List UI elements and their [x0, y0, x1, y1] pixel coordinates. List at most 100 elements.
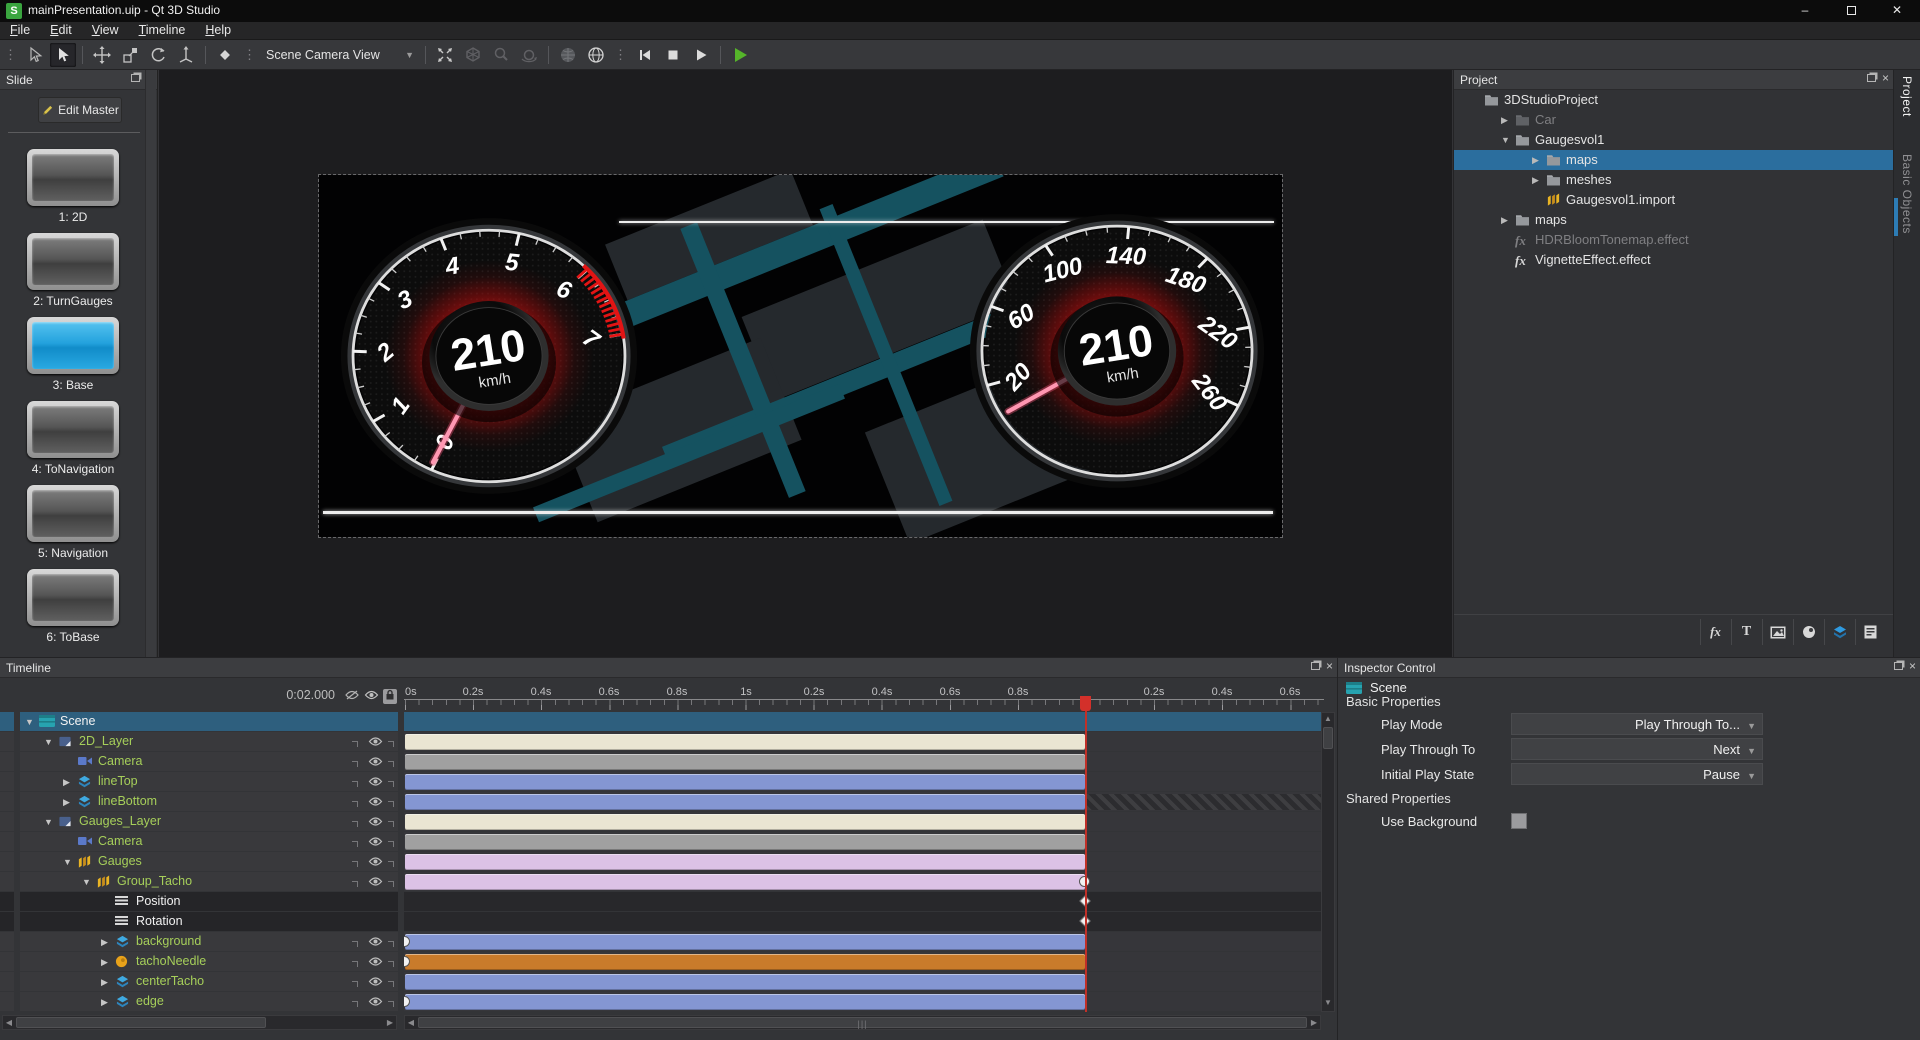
chevron-down-icon[interactable]: ▼ [1501, 135, 1510, 145]
move-tool-icon[interactable] [89, 43, 115, 67]
time-bar[interactable] [405, 994, 1085, 1010]
chevron-right-icon[interactable]: ▶ [101, 997, 108, 1008]
lock-toggle[interactable] [388, 776, 394, 790]
time-bar[interactable] [405, 934, 1085, 950]
time-bar[interactable] [405, 814, 1085, 830]
visibility-toggle[interactable] [368, 836, 383, 850]
menu-timeline[interactable]: Timeline [129, 22, 196, 38]
chevron-right-icon[interactable]: ▶ [63, 777, 70, 788]
add-material-button[interactable] [1793, 619, 1823, 645]
timeline-tree-row[interactable]: Position [20, 892, 398, 911]
slide-thumbnail[interactable] [27, 233, 119, 290]
shy-toggle[interactable] [352, 756, 358, 770]
shaded-mode-icon[interactable] [555, 43, 581, 67]
lock-toggle[interactable] [388, 796, 394, 810]
lock-toggle[interactable] [388, 936, 394, 950]
project-tree-item-meshes[interactable]: ▶meshes [1454, 170, 1894, 190]
select-group-tool-icon[interactable] [22, 43, 48, 67]
scroll-left-icon[interactable]: ◀ [405, 1017, 417, 1029]
timeline-track-row[interactable] [404, 732, 1324, 751]
timeline-track-row[interactable] [404, 932, 1324, 951]
timeline-track-row[interactable] [404, 892, 1324, 911]
timeline-row-edge[interactable]: ▶edge [0, 992, 1337, 1012]
play-mode-dropdown[interactable]: Play Through To...▼ [1511, 713, 1763, 735]
timeline-ruler[interactable]: 0s0.2s0.4s0.6s0.8s1s0.2s0.4s0.6s0.8s0.2s… [404, 686, 1324, 712]
rotate-tool-icon[interactable] [145, 43, 171, 67]
timeline-row-group-tacho[interactable]: ▼Group_Tacho [0, 872, 1337, 892]
time-bar[interactable] [405, 854, 1085, 870]
timeline-row-background[interactable]: ▶background [0, 932, 1337, 952]
shy-toggle[interactable] [352, 956, 358, 970]
project-tree-item-gaugesvol1[interactable]: ▼Gaugesvol1 [1454, 130, 1894, 150]
slide-thumbnail[interactable] [27, 569, 119, 626]
shy-toggle[interactable] [352, 776, 358, 790]
visibility-toggle[interactable] [368, 856, 383, 870]
timeline-tree-row[interactable]: ▼Scene [20, 712, 398, 731]
local-global-axis-icon[interactable] [173, 43, 199, 67]
timeline-tree-row[interactable]: Camera [20, 832, 398, 851]
float-panel-icon[interactable] [1311, 662, 1320, 670]
minimize-button[interactable]: – [1782, 0, 1828, 22]
close-panel-icon[interactable]: × [1326, 661, 1333, 671]
scale-tool-icon[interactable] [117, 43, 143, 67]
timeline-tree-row[interactable]: ▶centerTacho [20, 972, 398, 991]
slide-scrollbar[interactable] [145, 70, 156, 657]
timeline-row-tachoneedle[interactable]: ▶tachoNeedle [0, 952, 1337, 972]
timeline-row-linetop[interactable]: ▶lineTop [0, 772, 1337, 792]
autoset-keyframe-icon[interactable] [212, 43, 238, 67]
track-vertical-scrollbar[interactable]: ▲ ▼ [1321, 712, 1335, 1012]
time-bar[interactable] [405, 774, 1085, 790]
time-bar[interactable] [405, 754, 1085, 770]
slide-item[interactable]: 6: ToBase [0, 569, 146, 644]
float-panel-icon[interactable] [1867, 74, 1876, 82]
add-text-button[interactable]: T [1731, 619, 1761, 645]
timeline-tree-row[interactable]: ▶background [20, 932, 398, 951]
timeline-track-row[interactable] [404, 832, 1324, 851]
timeline-track-row[interactable] [404, 712, 1324, 731]
slide-item[interactable]: 2: TurnGauges [0, 233, 146, 308]
timeline-row-scene[interactable]: ▼Scene [0, 712, 1337, 732]
timeline-row-2d-layer[interactable]: ▼2D_Layer [0, 732, 1337, 752]
lock-toggle[interactable] [388, 816, 394, 830]
scroll-up-icon[interactable]: ▲ [1322, 713, 1334, 725]
scroll-right-icon[interactable]: ▶ [384, 1017, 396, 1029]
camera-view-dropdown[interactable]: Scene Camera View ▼ [260, 44, 420, 66]
shy-toggle[interactable] [352, 876, 358, 890]
orbit-camera-icon[interactable] [516, 43, 542, 67]
project-tree-item-maps[interactable]: ▶maps [1454, 150, 1894, 170]
menu-edit[interactable]: Edit [40, 22, 82, 38]
visibility-toggle[interactable] [368, 956, 383, 970]
timeline-tree-row[interactable]: ▶lineBottom [20, 792, 398, 811]
visibility-toggle[interactable] [368, 816, 383, 830]
time-bar[interactable] [405, 954, 1085, 970]
shy-toggle[interactable] [352, 996, 358, 1010]
chevron-right-icon[interactable]: ▶ [101, 957, 108, 968]
add-layer-button[interactable] [1824, 619, 1854, 645]
visibility-toggle[interactable] [368, 876, 383, 890]
visibility-toggle[interactable] [368, 936, 383, 950]
time-bar[interactable] [405, 834, 1085, 850]
timeline-tree-row[interactable]: ▼Gauges [20, 852, 398, 871]
lock-toggle[interactable] [388, 956, 394, 970]
use-background-checkbox[interactable] [1511, 813, 1527, 829]
chevron-right-icon[interactable]: ▶ [101, 977, 108, 988]
time-bar[interactable] [405, 734, 1085, 750]
timeline-track-row[interactable] [404, 812, 1324, 831]
timeline-track-row[interactable] [404, 792, 1324, 811]
scroll-down-icon[interactable]: ▼ [1322, 997, 1334, 1009]
chevron-down-icon[interactable]: ▼ [63, 857, 72, 867]
project-tree-item-vignetteeffect-effect[interactable]: fxVignetteEffect.effect [1454, 250, 1894, 270]
lock-toggle[interactable] [388, 836, 394, 850]
visibility-toggle[interactable] [368, 736, 383, 750]
edit-master-button[interactable]: Edit Master [38, 97, 122, 123]
slide-item[interactable]: 3: Base [0, 317, 146, 392]
shy-toggle-icon[interactable] [344, 689, 360, 704]
timeline-tree-row[interactable]: Camera [20, 752, 398, 771]
visibility-toggle[interactable] [368, 976, 383, 990]
timeline-row-gauges-layer[interactable]: ▼Gauges_Layer [0, 812, 1337, 832]
lock-toggle[interactable] [388, 856, 394, 870]
timeline-row-linebottom[interactable]: ▶lineBottom [0, 792, 1337, 812]
chevron-right-icon[interactable]: ▶ [1501, 215, 1508, 226]
shy-toggle[interactable] [352, 836, 358, 850]
chevron-right-icon[interactable]: ▶ [1532, 155, 1539, 166]
